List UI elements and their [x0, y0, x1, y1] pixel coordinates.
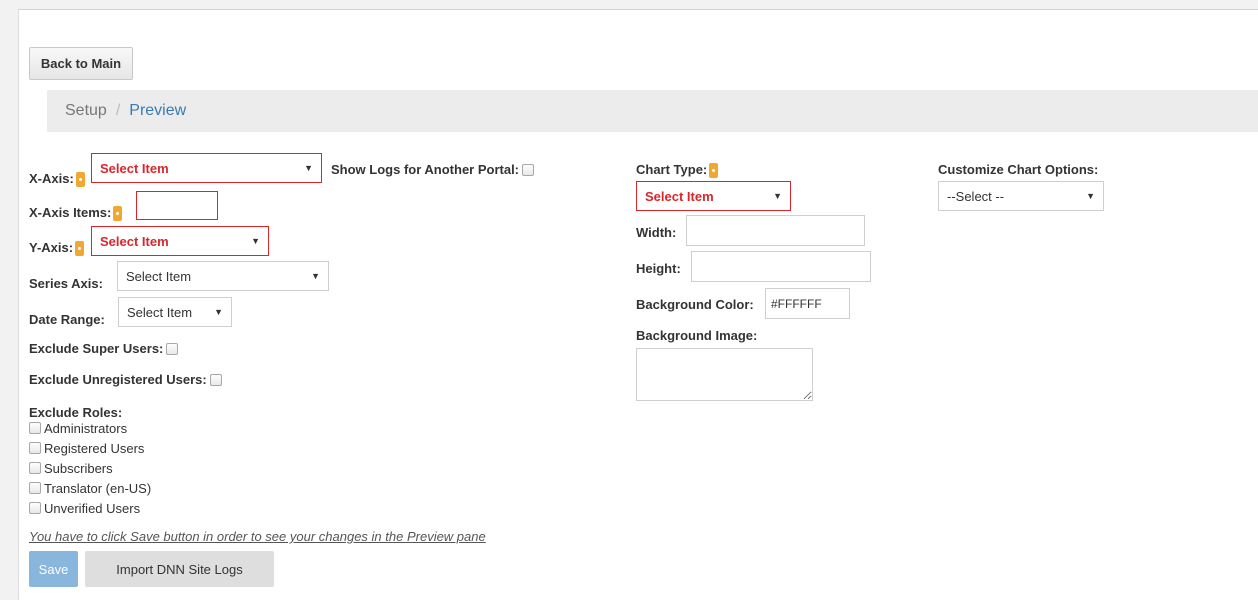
x-axis-label: X-Axis:: [29, 171, 74, 186]
chevron-down-icon: ▼: [251, 236, 260, 246]
chevron-down-icon: ▼: [1086, 191, 1095, 201]
date-range-select[interactable]: Select Item ▼: [118, 297, 232, 327]
role-item-unverified-users[interactable]: Unverified Users: [29, 498, 151, 518]
required-icon: [709, 163, 719, 179]
x-axis-row: X-Axis:: [29, 171, 85, 188]
role-label: Administrators: [44, 420, 128, 436]
x-axis-items-input[interactable]: [136, 191, 218, 220]
chart-type-row: Chart Type:: [636, 162, 719, 179]
chart-type-label: Chart Type:: [636, 162, 708, 177]
role-checkbox[interactable]: [29, 462, 41, 474]
breadcrumb: Setup / Preview: [47, 90, 1258, 132]
width-label: Width:: [636, 225, 677, 240]
breadcrumb-separator: /: [115, 102, 121, 119]
show-logs-checkbox[interactable]: [522, 163, 535, 176]
role-checkbox[interactable]: [29, 482, 41, 494]
back-to-main-button[interactable]: Back to Main: [29, 47, 133, 80]
customize-chart-options-label: Customize Chart Options:: [938, 162, 1099, 177]
x-axis-select-value: Select Item: [100, 160, 169, 176]
chevron-down-icon: ▼: [311, 271, 320, 281]
chart-type-select[interactable]: Select Item ▼: [636, 181, 791, 211]
chevron-down-icon: ▼: [214, 307, 223, 317]
exclude-unregistered-users-label: Exclude Unregistered Users:: [29, 372, 207, 387]
role-item-administrators[interactable]: Administrators: [29, 418, 151, 438]
y-axis-select[interactable]: Select Item ▼: [91, 226, 269, 256]
breadcrumb-setup[interactable]: Setup: [65, 102, 107, 120]
y-axis-select-value: Select Item: [100, 233, 169, 249]
exclude-roles-list: Administrators Registered Users Subscrib…: [29, 418, 151, 518]
role-item-registered-users[interactable]: Registered Users: [29, 438, 151, 458]
chevron-down-icon: ▼: [304, 163, 313, 173]
exclude-super-users-label: Exclude Super Users:: [29, 341, 164, 356]
save-button[interactable]: Save: [29, 551, 78, 587]
height-label: Height:: [636, 261, 681, 276]
width-input[interactable]: [686, 215, 865, 246]
x-axis-select[interactable]: Select Item ▼: [91, 153, 322, 183]
role-label: Translator (en-US): [44, 480, 152, 496]
exclude-super-users-row: Exclude Super Users:: [29, 341, 179, 356]
required-icon: [75, 241, 85, 257]
y-axis-label: Y-Axis:: [29, 240, 74, 255]
x-axis-items-row: X-Axis Items:: [29, 205, 123, 222]
customize-chart-options-select[interactable]: --Select -- ▼: [938, 181, 1104, 211]
role-checkbox[interactable]: [29, 422, 41, 434]
x-axis-items-label: X-Axis Items:: [29, 205, 112, 220]
chart-type-select-value: Select Item: [645, 188, 714, 204]
required-icon: [113, 206, 123, 222]
background-color-input[interactable]: #FFFFFF: [765, 288, 850, 319]
chevron-down-icon: ▼: [773, 191, 782, 201]
series-axis-label: Series Axis:: [29, 276, 103, 291]
role-label: Registered Users: [44, 440, 145, 456]
series-axis-select-value: Select Item: [126, 268, 192, 284]
background-image-textarea[interactable]: [636, 348, 813, 401]
role-checkbox[interactable]: [29, 502, 41, 514]
date-range-select-value: Select Item: [127, 304, 193, 320]
breadcrumb-preview[interactable]: Preview: [129, 102, 186, 120]
main-panel: Back to Main Setup / Preview X-Axis: Sel…: [18, 9, 1258, 600]
exclude-unregistered-users-checkbox[interactable]: [209, 373, 222, 386]
role-item-translator[interactable]: Translator (en-US): [29, 478, 151, 498]
import-dnn-site-logs-button[interactable]: Import DNN Site Logs: [85, 551, 274, 587]
show-logs-label: Show Logs for Another Portal:: [331, 162, 520, 177]
y-axis-row: Y-Axis:: [29, 240, 85, 257]
series-axis-select[interactable]: Select Item ▼: [117, 261, 329, 291]
show-logs-row: Show Logs for Another Portal:: [331, 162, 535, 177]
background-image-label: Background Image:: [636, 328, 758, 343]
exclude-super-users-checkbox[interactable]: [166, 342, 179, 355]
role-item-subscribers[interactable]: Subscribers: [29, 458, 151, 478]
height-input[interactable]: [691, 251, 871, 282]
role-label: Unverified Users: [44, 500, 141, 516]
role-label: Subscribers: [44, 460, 113, 476]
date-range-label: Date Range:: [29, 312, 105, 327]
role-checkbox[interactable]: [29, 442, 41, 454]
required-icon: [75, 172, 85, 188]
customize-chart-options-value: --Select --: [947, 188, 1005, 204]
exclude-unregistered-users-row: Exclude Unregistered Users:: [29, 372, 222, 387]
background-color-label: Background Color:: [636, 297, 754, 312]
save-note: You have to click Save button in order t…: [29, 529, 486, 544]
